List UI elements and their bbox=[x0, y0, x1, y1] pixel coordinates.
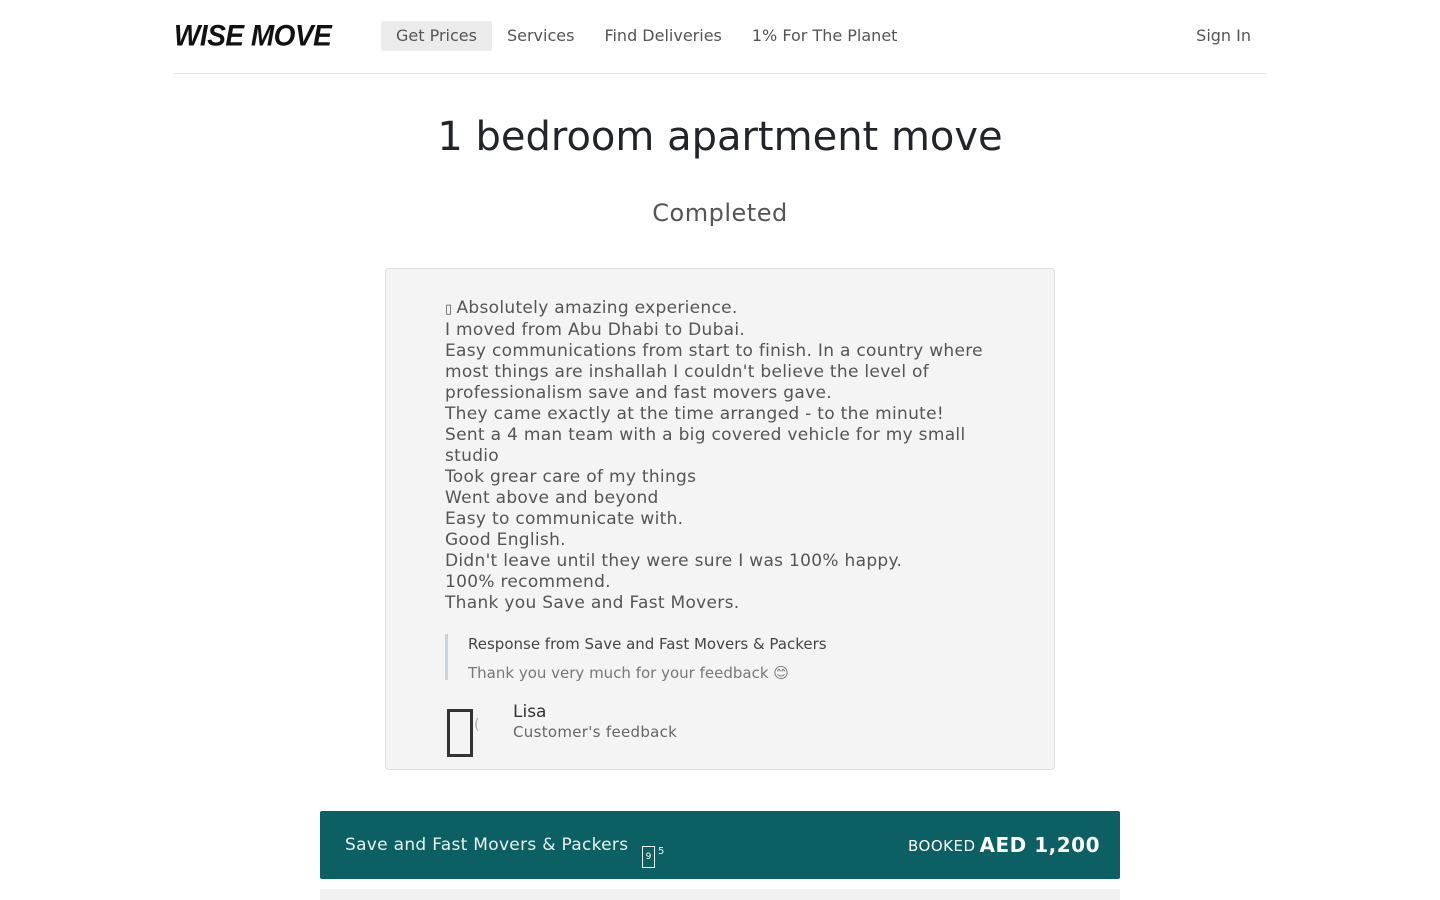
author-role: Customer's feedback bbox=[513, 723, 678, 741]
review-text: ▯ Absolutely amazing experience. I moved … bbox=[445, 298, 1015, 614]
next-section-strip bbox=[320, 889, 1120, 900]
review-line-6: Took grear care of my things bbox=[445, 467, 697, 487]
review-line-8: Easy to communicate with. bbox=[445, 509, 684, 529]
rating-badge-icon: 9 bbox=[642, 846, 655, 868]
company-response: Response from Save and Fast Movers & Pac… bbox=[445, 634, 1005, 682]
page-title: 1 bedroom apartment move bbox=[437, 114, 1003, 160]
site-header: WISE MOVE Get Prices Services Find Deliv… bbox=[174, 0, 1266, 74]
review-line-5: Sent a 4 man team with a big covered veh… bbox=[445, 425, 966, 466]
move-status: Completed bbox=[652, 199, 788, 227]
response-text: Thank you very much for your feedback 😊 bbox=[468, 664, 789, 682]
avatar-badge-icon: ( bbox=[474, 717, 480, 733]
review-line-10: Didn't leave until they were sure I was … bbox=[445, 551, 903, 571]
review-line-2: I moved from Abu Dhabi to Dubai. bbox=[445, 320, 746, 340]
nav-find-deliveries[interactable]: Find Deliveries bbox=[589, 21, 736, 51]
review-line-3: Easy communications from start to finish… bbox=[445, 341, 983, 403]
review-line-9: Good English. bbox=[445, 530, 566, 550]
booking-status: BOOKED bbox=[908, 837, 976, 855]
review-line-4: They came exactly at the time arranged -… bbox=[445, 404, 945, 424]
rating-score: 5 bbox=[658, 846, 665, 857]
booking-price: AED 1,200 bbox=[979, 833, 1100, 857]
review-line-7: Went above and beyond bbox=[445, 488, 659, 508]
sign-in-link[interactable]: Sign In bbox=[1196, 26, 1251, 45]
quote-icon: ▯ bbox=[445, 302, 453, 317]
review-line-12: Thank you Save and Fast Movers. bbox=[445, 593, 740, 613]
nav-planet[interactable]: 1% For The Planet bbox=[737, 21, 913, 51]
review-line-1-text: Absolutely amazing experience. bbox=[456, 298, 738, 318]
review-card: ▯ Absolutely amazing experience. I moved … bbox=[385, 268, 1055, 770]
wise-move-logo[interactable]: WISE MOVE bbox=[174, 19, 332, 53]
nav-get-prices[interactable]: Get Prices bbox=[381, 21, 492, 51]
review-line-11: 100% recommend. bbox=[445, 572, 611, 592]
company-name[interactable]: Save and Fast Movers & Packers bbox=[345, 835, 628, 855]
nav-services[interactable]: Services bbox=[492, 21, 589, 51]
user-avatar-icon bbox=[447, 709, 473, 757]
review-line-1: ▯ Absolutely amazing experience. bbox=[445, 298, 1015, 320]
booking-bar[interactable]: Save and Fast Movers & Packers 9 5 BOOKE… bbox=[320, 811, 1120, 879]
response-title: Response from Save and Fast Movers & Pac… bbox=[468, 635, 827, 653]
main-nav: Get Prices Services Find Deliveries 1% F… bbox=[381, 21, 912, 51]
author-name: Lisa bbox=[513, 702, 547, 722]
